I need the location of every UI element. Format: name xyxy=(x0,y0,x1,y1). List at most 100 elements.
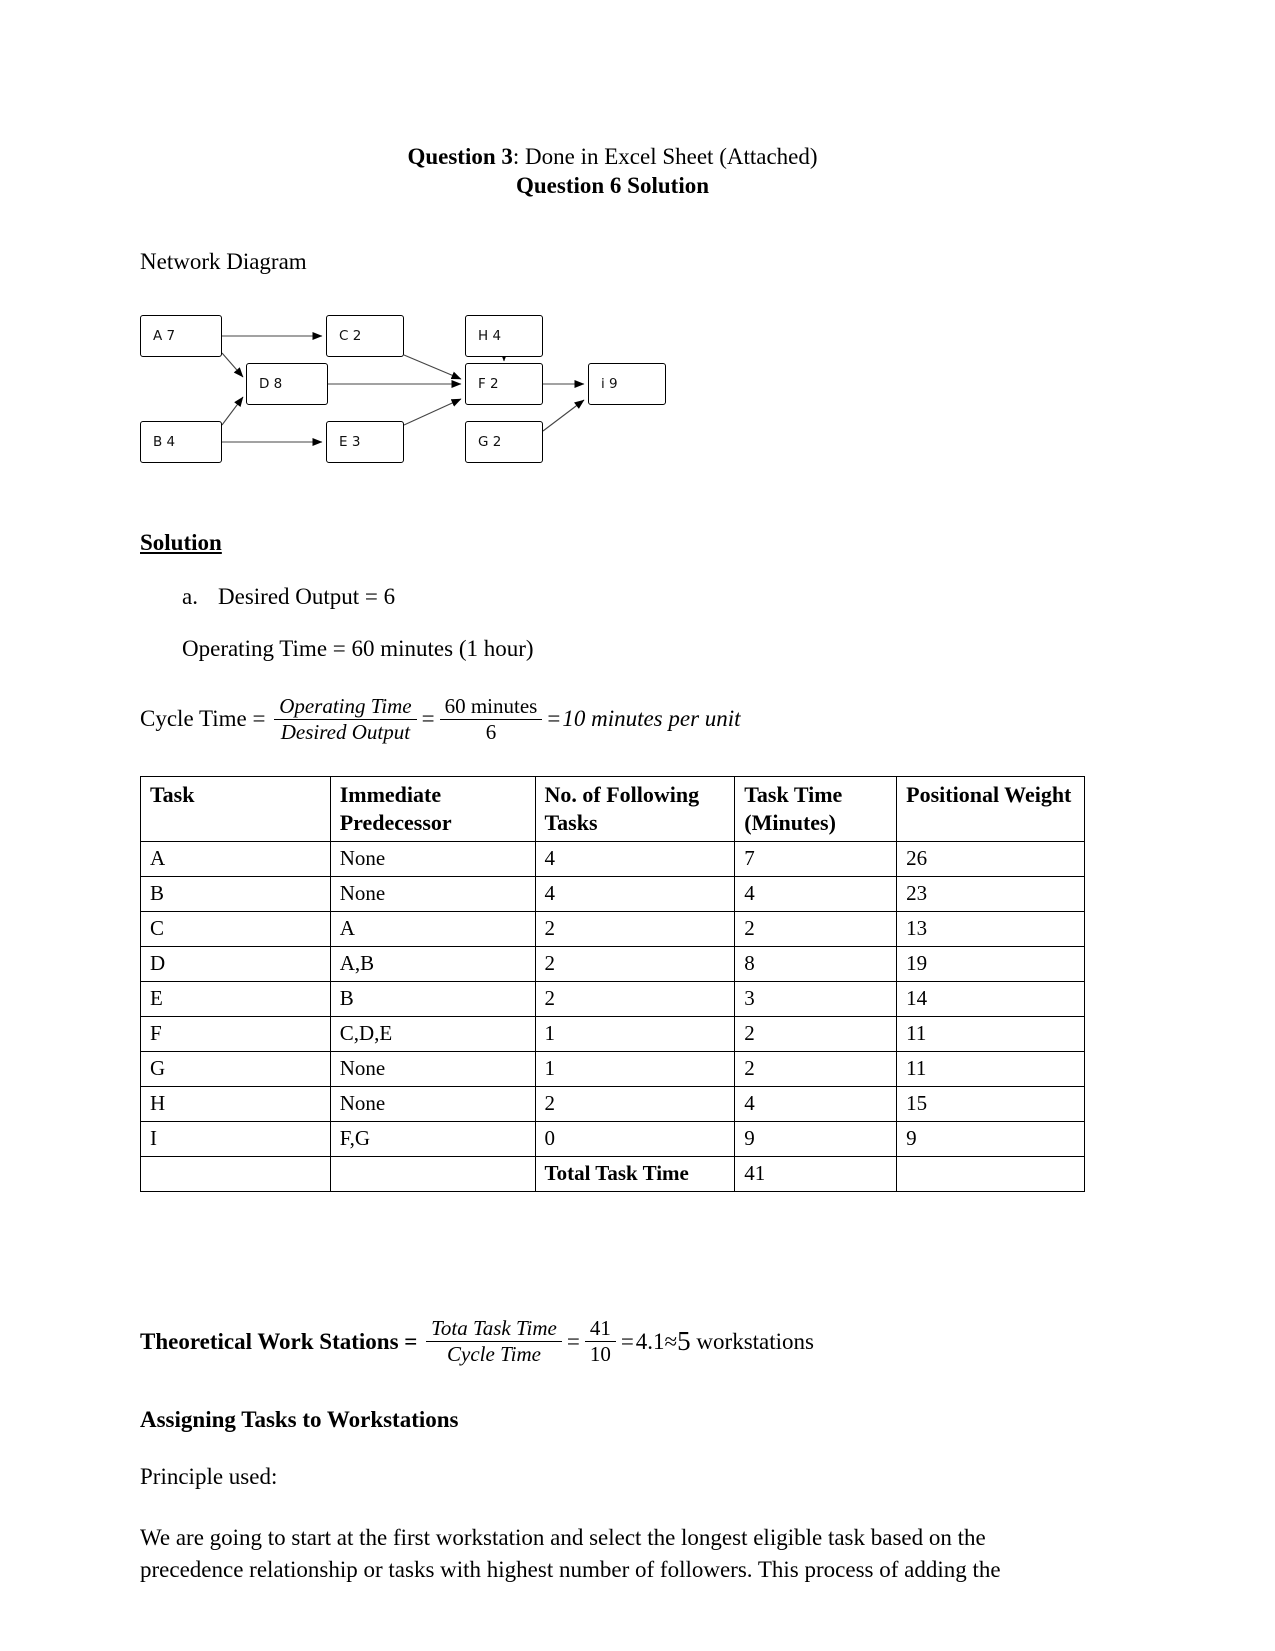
title-line-question6: Question 6 Solution xyxy=(516,173,709,199)
table-header-row: Task Immediate Predecessor No. of Follow… xyxy=(140,776,1085,843)
equals-sign-2: = xyxy=(620,1328,634,1354)
cell-following: 2 xyxy=(534,981,736,1018)
question3-label: Question 3 xyxy=(407,144,513,169)
cell-time: 2 xyxy=(734,1016,898,1053)
table-total-row: Total Task Time 41 xyxy=(140,1156,1085,1193)
fraction-total-over-cycle: Tota Task Time Cycle Time xyxy=(426,1316,562,1367)
fraction-numerator: Operating Time xyxy=(279,693,412,718)
cell-time: 9 xyxy=(734,1121,898,1158)
cell-weight: 13 xyxy=(896,911,1085,948)
task-table: Task Immediate Predecessor No. of Follow… xyxy=(140,776,1085,1193)
principle-used-label: Principle used: xyxy=(140,1463,278,1489)
cell-predecessor: B xyxy=(329,981,536,1018)
cell-predecessor: A,B xyxy=(329,946,536,983)
cell-time: 8 xyxy=(734,946,898,983)
cell-following: 4 xyxy=(534,841,736,878)
fraction-numerator: Tota Task Time xyxy=(431,1316,557,1341)
cell-following: 2 xyxy=(534,1086,736,1123)
column-header-following-tasks: No. of Following Tasks xyxy=(534,776,736,843)
cell-task: G xyxy=(140,1051,331,1088)
document-page: Question 3: Done in Excel Sheet (Attache… xyxy=(0,0,1275,1651)
column-header-task-time: Task Time (Minutes) xyxy=(734,776,898,843)
workstations-units: workstations xyxy=(690,1328,814,1354)
principle-paragraph: We are going to start at the first works… xyxy=(140,1524,1001,1583)
cell-following: 2 xyxy=(534,946,736,983)
cell-predecessor: None xyxy=(329,1086,536,1123)
cell-weight: 19 xyxy=(896,946,1085,983)
cell-time: 2 xyxy=(734,911,898,948)
network-diagram: A 7 C 2 H 4 D 8 F 2 i 9 B 4 E 3 G 2 xyxy=(140,303,760,478)
table-row: G None 1 2 11 xyxy=(140,1051,1085,1088)
cell-weight: 26 xyxy=(896,841,1085,878)
diagram-node-c[interactable]: C 2 xyxy=(326,314,404,357)
cell-following: 2 xyxy=(534,911,736,948)
equals-sign-1: = xyxy=(421,706,435,732)
node-label: D 8 xyxy=(259,375,283,392)
diagram-node-b[interactable]: B 4 xyxy=(140,420,222,463)
cycle-time-formula: Cycle Time = Operating Time Desired Outp… xyxy=(140,694,1085,745)
cell-predecessor: A xyxy=(329,911,536,948)
operating-time-text: Operating Time = 60 minutes (1 hour) xyxy=(182,635,534,661)
diagram-node-h[interactable]: H 4 xyxy=(465,314,543,357)
cell-task: E xyxy=(140,981,331,1018)
cell-task: D xyxy=(140,946,331,983)
cell-weight: 9 xyxy=(896,1121,1085,1158)
node-label: C 2 xyxy=(339,327,362,344)
cell-predecessor: None xyxy=(329,841,536,878)
cell-following: 0 xyxy=(534,1121,736,1158)
theoretical-workstations-formula: Theoretical Work Stations = Tota Task Ti… xyxy=(140,1316,1085,1367)
diagram-node-f[interactable]: F 2 xyxy=(465,362,543,405)
node-label: i 9 xyxy=(601,375,618,392)
cell-task: I xyxy=(140,1121,331,1158)
node-label: G 2 xyxy=(478,433,502,450)
workstations-rounded: 5 xyxy=(677,1326,691,1357)
cycle-time-result: 10 minutes per unit xyxy=(562,706,741,732)
desired-output-text: Desired Output = 6 xyxy=(218,583,396,609)
cell-task: B xyxy=(140,876,331,913)
cell-task xyxy=(140,1156,331,1193)
cell-task: H xyxy=(140,1086,331,1123)
node-label: B 4 xyxy=(153,433,176,450)
cell-predecessor: None xyxy=(329,876,536,913)
cell-weight: 11 xyxy=(896,1016,1085,1053)
cell-time: 4 xyxy=(734,1086,898,1123)
cell-time: 4 xyxy=(734,876,898,913)
fraction-numerator: 41 xyxy=(589,1316,611,1341)
cell-predecessor: C,D,E xyxy=(329,1016,536,1053)
cycle-time-label: Cycle Time = xyxy=(140,706,272,732)
cell-weight xyxy=(896,1156,1085,1193)
edge-a-d xyxy=(221,352,244,378)
column-header-task: Task xyxy=(140,776,331,843)
vertical-spacer xyxy=(140,1192,1085,1284)
fraction-denominator: 10 xyxy=(584,1341,616,1367)
table-row: B None 4 4 23 xyxy=(140,876,1085,913)
solution-heading: Solution xyxy=(140,529,222,555)
diagram-node-i[interactable]: i 9 xyxy=(588,362,666,405)
diagram-node-a[interactable]: A 7 xyxy=(140,314,222,357)
fraction-denominator: Desired Output xyxy=(274,718,417,745)
list-item-a: a. Desired Output = 6 xyxy=(140,584,1085,610)
cell-weight: 15 xyxy=(896,1086,1085,1123)
edge-c-f xyxy=(403,354,462,380)
cell-predecessor: F,G xyxy=(329,1121,536,1158)
cell-following: 4 xyxy=(534,876,736,913)
node-label: A 7 xyxy=(153,327,176,344)
diagram-node-e[interactable]: E 3 xyxy=(326,420,404,463)
cell-time: 3 xyxy=(734,981,898,1018)
equals-sign-2: = xyxy=(547,706,561,732)
question3-note: : Done in Excel Sheet (Attached) xyxy=(512,144,818,169)
edge-e-f xyxy=(403,398,462,426)
diagram-node-g[interactable]: G 2 xyxy=(465,420,543,463)
cell-task: C xyxy=(140,911,331,948)
node-label: H 4 xyxy=(478,327,502,344)
equals-sign-1: = xyxy=(566,1328,580,1354)
fraction-denominator: Cycle Time xyxy=(426,1341,562,1367)
node-label: E 3 xyxy=(339,433,361,450)
cell-total-time: 41 xyxy=(734,1156,898,1193)
diagram-node-d[interactable]: D 8 xyxy=(246,362,328,405)
column-header-positional-weight: Positional Weight xyxy=(896,776,1085,843)
table-row: D A,B 2 8 19 xyxy=(140,946,1085,983)
cell-task: A xyxy=(140,841,331,878)
table-row: I F,G 0 9 9 xyxy=(140,1121,1085,1158)
table-row: C A 2 2 13 xyxy=(140,911,1085,948)
